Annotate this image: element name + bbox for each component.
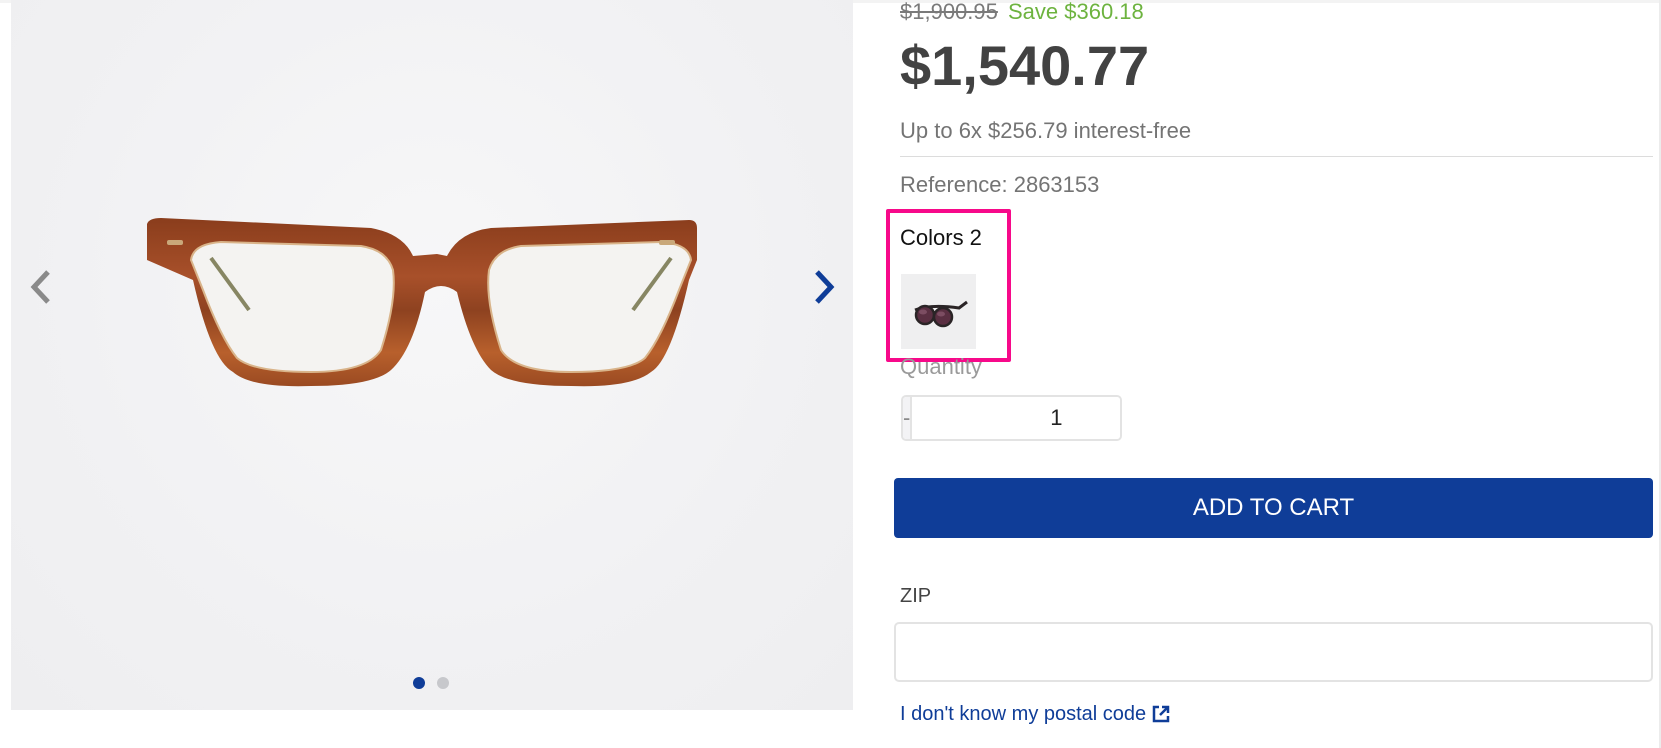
- chevron-right-icon: [815, 270, 835, 304]
- slide-dot-2[interactable]: [437, 677, 449, 689]
- previous-image-button[interactable]: [21, 265, 61, 309]
- quantity-label: Quantity: [900, 354, 982, 379]
- price-savings-row: $1,900.95 Save $360.18: [900, 0, 1144, 24]
- current-price: $1,540.77: [900, 34, 1150, 97]
- decrease-quantity-button[interactable]: -: [903, 397, 913, 439]
- next-image-button[interactable]: [804, 265, 844, 309]
- colors-label: Colors 2: [900, 225, 982, 250]
- installments-info: Up to 6x $256.79 interest-free: [900, 118, 1192, 143]
- product-reference: Reference: 2863153: [900, 172, 1100, 197]
- external-link-icon: [1152, 705, 1170, 723]
- product-image: [147, 218, 697, 387]
- slide-indicators: [413, 677, 449, 689]
- quantity-input[interactable]: [912, 397, 1120, 439]
- zip-label: ZIP: [900, 585, 932, 607]
- color-swatch-round-sunglasses[interactable]: [901, 274, 976, 349]
- divider: [900, 156, 1653, 157]
- add-to-cart-button[interactable]: ADD TO CART: [894, 478, 1653, 538]
- original-price: $1,900.95: [900, 0, 998, 24]
- slide-dot-1[interactable]: [413, 677, 425, 689]
- postal-link-text: I don't know my postal code: [900, 703, 1147, 725]
- quantity-stepper: - +: [901, 395, 1122, 441]
- sunglasses-thumbnail: [901, 274, 976, 349]
- chevron-left-icon: [30, 270, 50, 304]
- zip-input[interactable]: [894, 622, 1653, 682]
- product-gallery: [11, 0, 853, 710]
- savings-amount: Save $360.18: [1008, 0, 1144, 24]
- postal-code-help-link[interactable]: I don't know my postal code: [900, 702, 1170, 726]
- color-selector: Colors 2: [886, 209, 1011, 362]
